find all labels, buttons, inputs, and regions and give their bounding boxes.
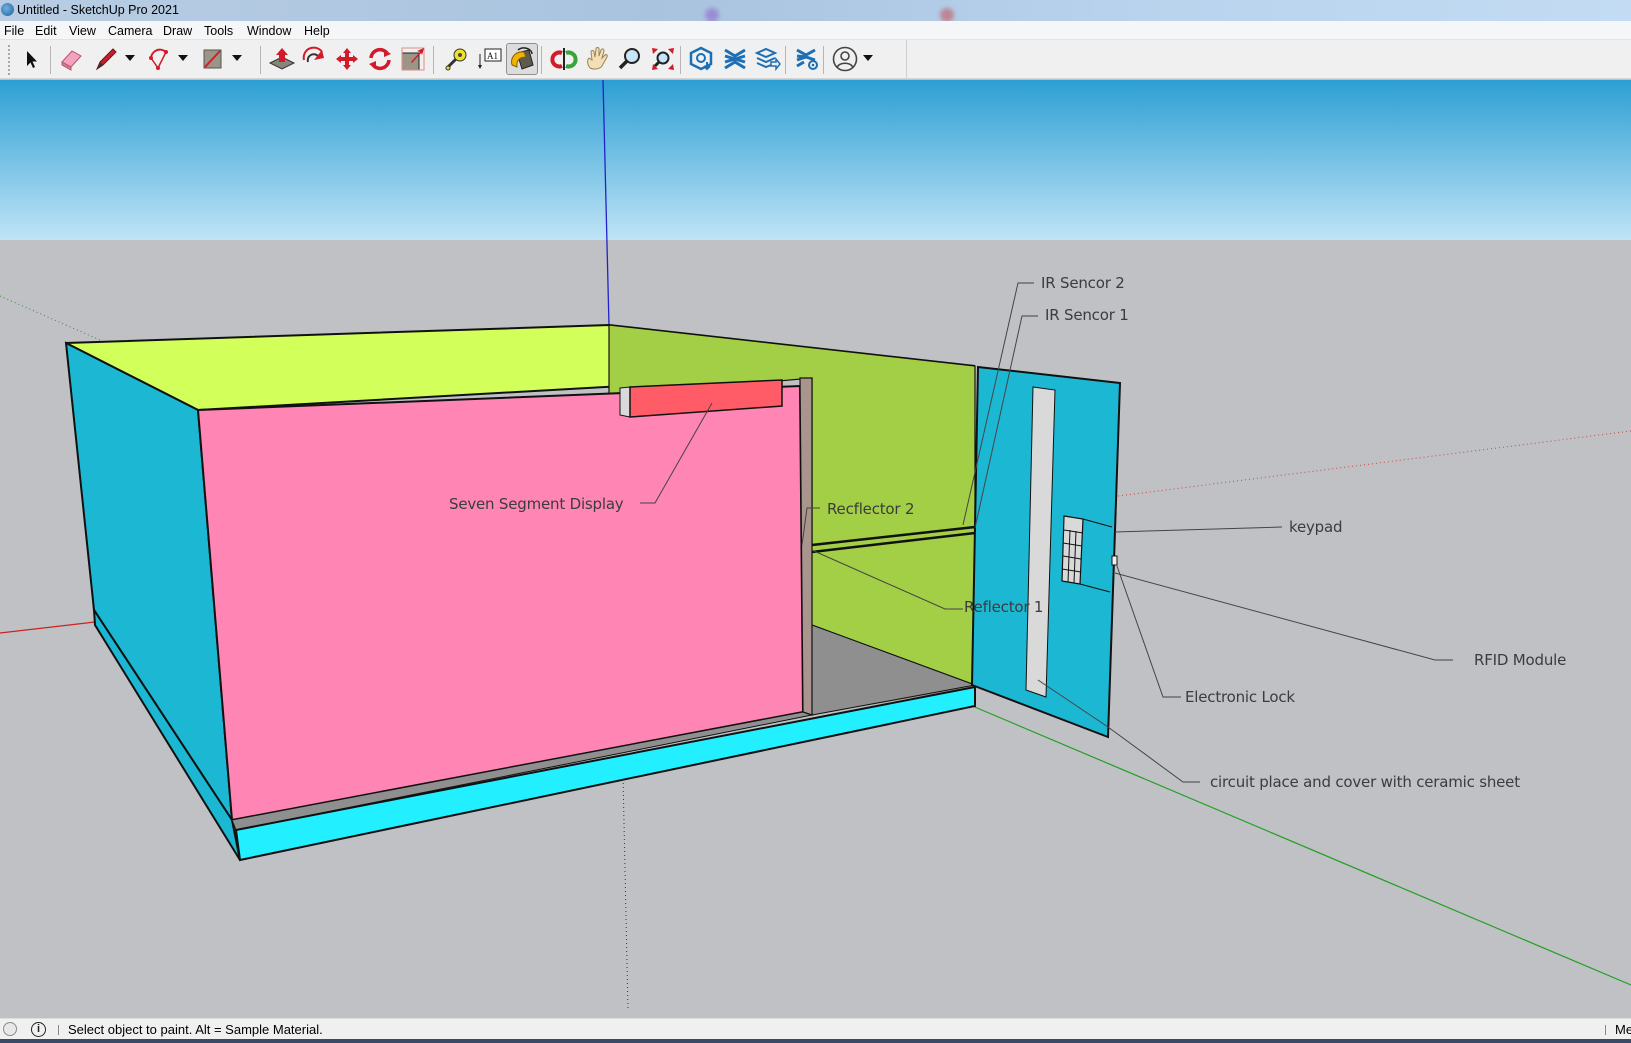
paint-bucket-tool-button[interactable] [506, 43, 538, 75]
label-keypad[interactable]: keypad [1289, 518, 1342, 536]
extension-manager-button[interactable] [791, 43, 823, 75]
rectangle-dropdown-icon[interactable] [232, 53, 242, 63]
toolbar-separator [260, 46, 261, 74]
move-icon [336, 48, 358, 70]
toolbar-separator [823, 46, 824, 74]
zoom-extents-tool-button[interactable] [647, 43, 679, 75]
menu-bar: File Edit View Camera Draw Tools Window … [0, 21, 1631, 40]
status-divider [58, 1025, 59, 1035]
move-tool-button[interactable] [331, 43, 363, 75]
pan-hand-icon [587, 47, 608, 70]
line-tool-button[interactable] [90, 43, 122, 75]
menu-window[interactable]: Window [247, 24, 291, 38]
arrow-cursor-icon [27, 51, 37, 68]
os-taskbar [0, 1039, 1631, 1043]
offset-icon [302, 46, 324, 63]
offset-tool-button[interactable] [298, 43, 330, 75]
zoom-icon [618, 48, 640, 70]
sketchup-app-icon [1, 3, 14, 16]
tape-measure-tool-button[interactable] [440, 43, 472, 75]
status-message: Select object to paint. Alt = Sample Mat… [68, 1022, 323, 1037]
menu-draw[interactable]: Draw [163, 24, 192, 38]
display-side [619, 386, 631, 418]
label-seven-segment-display[interactable]: Seven Segment Display [449, 495, 624, 513]
model-viewport[interactable]: Seven Segment Display Recflector 2 IR Se… [0, 80, 1631, 1018]
measurements-label: Me [1615, 1022, 1631, 1037]
tape-measure-icon [445, 48, 467, 71]
text-icon: A1 [478, 48, 502, 69]
arc-dropdown-icon[interactable] [178, 53, 188, 63]
label-circuit-place[interactable]: circuit place and cover with ceramic she… [1210, 773, 1520, 791]
electronic-lock-box [1111, 555, 1118, 566]
label-rfid-module[interactable]: RFID Module [1474, 651, 1566, 669]
arc-tool-button[interactable] [143, 43, 175, 75]
rotate-icon [369, 47, 391, 71]
pan-tool-button[interactable] [581, 43, 613, 75]
menu-view[interactable]: View [69, 24, 96, 38]
toolbar-grip[interactable] [8, 45, 10, 75]
send-to-layout-button[interactable] [752, 43, 784, 75]
geolocation-icon[interactable] [3, 1022, 17, 1036]
eraser-icon [61, 50, 82, 71]
toolbar-separator [433, 46, 434, 74]
label-electronic-lock[interactable]: Electronic Lock [1185, 688, 1295, 706]
extension-warehouse-icon [724, 48, 746, 70]
toolbar-separator [785, 46, 786, 74]
text-tool-button[interactable]: A1 [473, 43, 505, 75]
menu-file[interactable]: File [4, 24, 24, 38]
label-ir-sensor-2[interactable]: IR Sencor 2 [1041, 274, 1125, 292]
menu-edit[interactable]: Edit [35, 24, 57, 38]
label-reflector-2[interactable]: Recflector 2 [827, 500, 914, 518]
status-bar: i Select object to paint. Alt = Sample M… [0, 1018, 1631, 1039]
push-pull-icon [268, 48, 296, 70]
rotate-tool-button[interactable] [364, 43, 396, 75]
scale-icon [401, 47, 425, 71]
sky [0, 80, 1631, 240]
menu-tools[interactable]: Tools [204, 24, 233, 38]
rectangle-tool-button[interactable] [196, 43, 228, 75]
zoom-extents-icon [652, 48, 674, 70]
account-button[interactable] [829, 43, 861, 75]
rectangle-icon [203, 49, 222, 69]
scale-tool-button[interactable] [397, 43, 429, 75]
arc-icon [149, 48, 168, 70]
orbit-tool-button[interactable] [548, 43, 580, 75]
push-pull-tool-button[interactable] [266, 43, 298, 75]
svg-text:A1: A1 [487, 51, 498, 61]
title-bar: Untitled - SketchUp Pro 2021 [0, 0, 1631, 22]
status-divider [1605, 1025, 1606, 1035]
extension-warehouse-button[interactable] [719, 43, 751, 75]
menu-camera[interactable]: Camera [108, 24, 152, 38]
label-reflector-1[interactable]: Reflector 1 [964, 598, 1043, 616]
toolbar-separator [680, 46, 681, 74]
line-dropdown-icon[interactable] [125, 53, 135, 63]
orbit-icon [550, 48, 578, 70]
menu-help[interactable]: Help [304, 24, 330, 38]
paint-bucket-icon [511, 47, 534, 70]
account-dropdown-icon[interactable] [863, 53, 873, 63]
send-to-layout-icon [755, 47, 781, 72]
pencil-icon [95, 48, 117, 71]
toolbar-separator [541, 46, 542, 74]
extension-manager-icon [796, 48, 818, 70]
info-icon[interactable]: i [31, 1022, 46, 1037]
background-window-tabs [180, 2, 1591, 22]
toolbar-end-divider [906, 40, 907, 78]
3d-warehouse-button[interactable] [686, 43, 718, 75]
scene-drawing [0, 80, 1631, 1018]
eraser-tool-button[interactable] [55, 43, 87, 75]
zoom-tool-button[interactable] [614, 43, 646, 75]
select-tool-button[interactable] [15, 43, 47, 75]
user-account-icon [832, 46, 858, 72]
main-toolbar: A1 [0, 40, 1631, 79]
warehouse-icon [689, 46, 713, 71]
toolbar-separator [50, 46, 51, 74]
label-ir-sensor-1[interactable]: IR Sencor 1 [1045, 306, 1129, 324]
window-title: Untitled - SketchUp Pro 2021 [17, 3, 179, 17]
